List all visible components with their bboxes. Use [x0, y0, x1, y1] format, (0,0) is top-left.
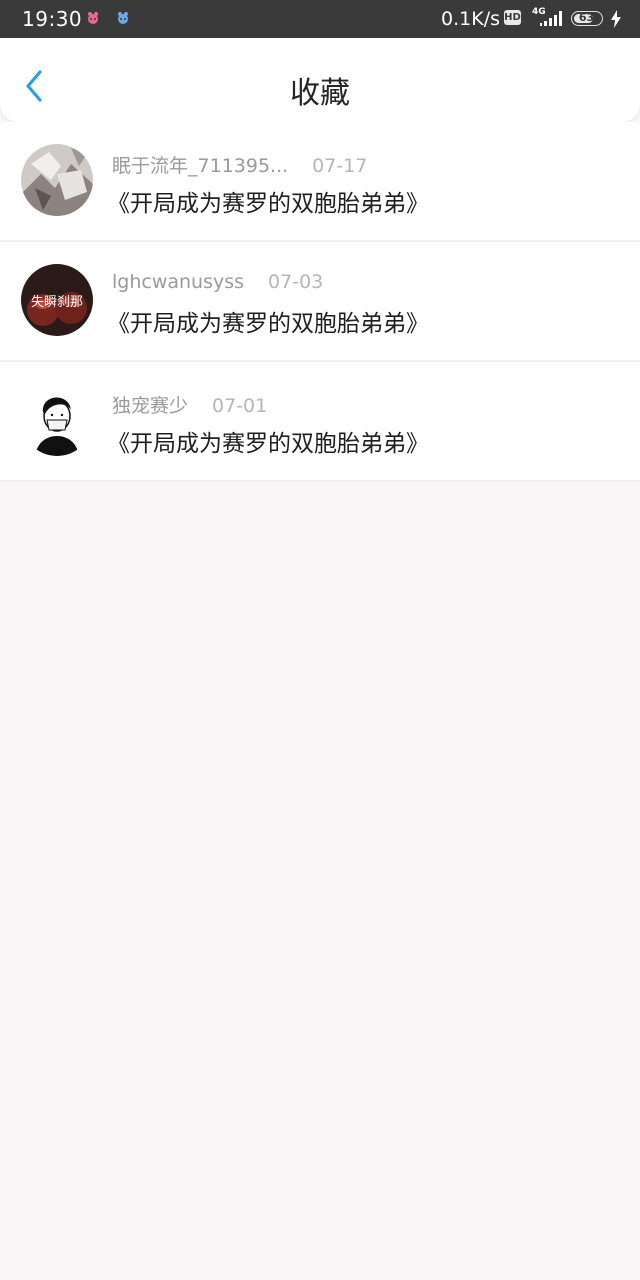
- item-meta: lghcwanusyss 07-03: [112, 271, 323, 293]
- network-speed: 0.1K/s: [441, 8, 500, 30]
- avatar-text: 失瞬刹那: [31, 295, 83, 310]
- avatar[interactable]: [21, 144, 93, 216]
- username[interactable]: 独宠赛少: [112, 391, 188, 418]
- hd-badge: HD: [504, 10, 521, 25]
- avatar[interactable]: 失瞬刹那: [21, 264, 93, 336]
- date: 07-17: [312, 155, 368, 177]
- book-title[interactable]: 《开局成为赛罗的双胞胎弟弟》: [107, 184, 429, 218]
- date: 07-01: [212, 395, 268, 417]
- favorite-item[interactable]: 眠于流年_711395... 07-17 《开局成为赛罗的双胞胎弟弟》: [0, 122, 640, 242]
- top-nav-bar: 收藏: [0, 38, 640, 122]
- date: 07-03: [268, 271, 324, 293]
- app-notification-icon: [118, 12, 128, 24]
- avatar[interactable]: [21, 384, 93, 456]
- item-meta: 独宠赛少 07-01: [112, 391, 267, 418]
- signal-strength-icon: [540, 11, 562, 26]
- book-title[interactable]: 《开局成为赛罗的双胞胎弟弟》: [107, 304, 429, 338]
- battery-level: 63: [578, 11, 595, 24]
- status-bar: 19:30 0.1K/s HD 4G 63: [0, 0, 640, 38]
- battery-icon: 63: [571, 11, 603, 26]
- status-time: 19:30: [22, 7, 83, 31]
- charging-icon: [611, 10, 621, 28]
- app-notification-icon: [88, 12, 98, 24]
- page-title: 收藏: [290, 76, 350, 111]
- favorite-item[interactable]: 失瞬刹那 lghcwanusyss 07-03 《开局成为赛罗的双胞胎弟弟》: [0, 242, 640, 362]
- username[interactable]: lghcwanusyss: [112, 271, 244, 293]
- favorites-list: 眠于流年_711395... 07-17 《开局成为赛罗的双胞胎弟弟》 失瞬刹那 …: [0, 122, 640, 482]
- favorite-item[interactable]: 独宠赛少 07-01 《开局成为赛罗的双胞胎弟弟》: [0, 362, 640, 482]
- item-meta: 眠于流年_711395... 07-17: [112, 151, 367, 178]
- username[interactable]: 眠于流年_711395...: [112, 151, 288, 178]
- book-title[interactable]: 《开局成为赛罗的双胞胎弟弟》: [107, 424, 429, 458]
